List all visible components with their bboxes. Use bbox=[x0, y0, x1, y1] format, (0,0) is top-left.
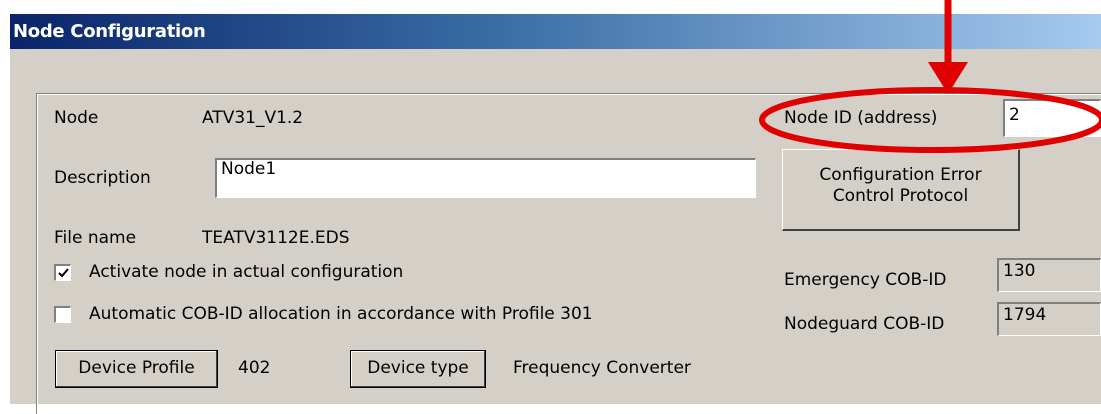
annotation-ellipse bbox=[759, 87, 1101, 153]
annotation-overlay bbox=[759, 0, 1101, 153]
